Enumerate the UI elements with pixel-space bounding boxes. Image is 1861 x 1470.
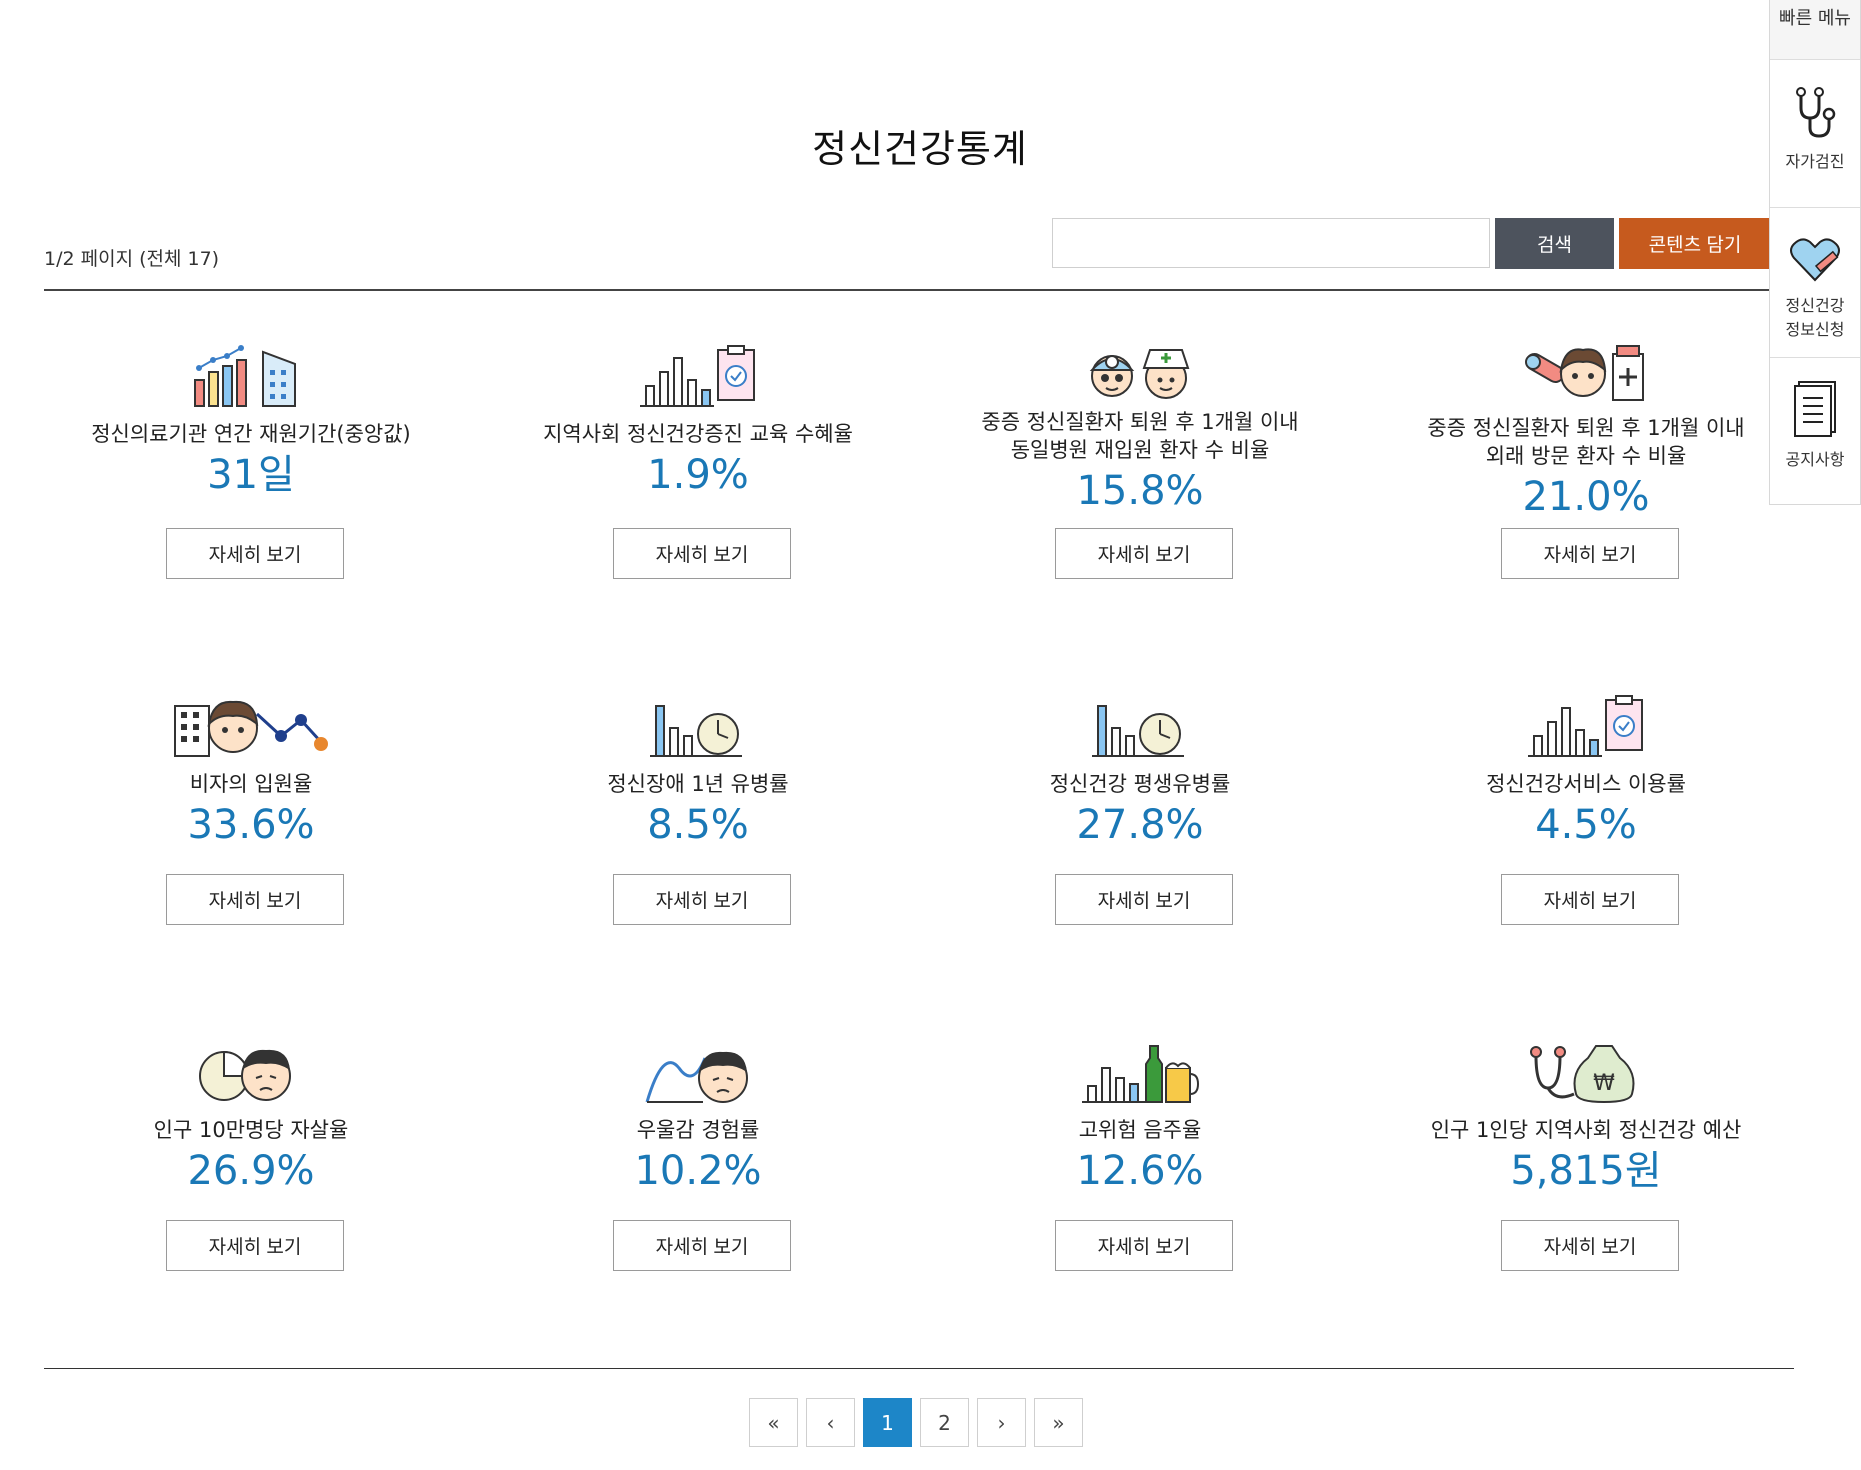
card-value: 8.5% bbox=[647, 802, 749, 848]
detail-button[interactable]: 자세히 보기 bbox=[1501, 528, 1679, 579]
stat-card: 고위험 음주율 12.6% 자세히 보기 bbox=[975, 1036, 1305, 1281]
last-page-button[interactable]: » bbox=[1034, 1398, 1083, 1447]
bar-clock-icon bbox=[975, 690, 1305, 762]
detail-button[interactable]: 자세히 보기 bbox=[1501, 1220, 1679, 1271]
card-value: 21.0% bbox=[1522, 474, 1650, 520]
top-divider bbox=[44, 289, 1794, 291]
card-title: 고위험 음주율 bbox=[1078, 1118, 1202, 1142]
detail-button[interactable]: 자세히 보기 bbox=[1501, 874, 1679, 925]
card-title: 정신건강서비스 이용률 bbox=[1486, 772, 1686, 796]
quick-item-label: 정신건강 정보신청 bbox=[1785, 296, 1845, 339]
page-button-2[interactable]: 2 bbox=[920, 1398, 969, 1447]
search-button[interactable]: 검색 bbox=[1495, 218, 1614, 269]
prev-page-button[interactable]: ‹ bbox=[806, 1398, 855, 1447]
pill-patient-icon bbox=[1421, 340, 1751, 410]
card-title: 정신건강 평생유병률 bbox=[1049, 772, 1231, 796]
building-person-icon bbox=[86, 690, 416, 762]
quick-item-info-request[interactable]: 정신건강 정보신청 bbox=[1770, 208, 1860, 358]
detail-button[interactable]: 자세히 보기 bbox=[1055, 1220, 1233, 1271]
stat-card: 정신의료기관 연간 재원기간(중앙값) 31일 자세히 보기 bbox=[86, 340, 416, 585]
stat-card: ₩ 인구 1인당 지역사회 정신건강 예산 5,815원 자세히 보기 bbox=[1421, 1036, 1751, 1281]
stat-card: 비자의 입원율 33.6% 자세히 보기 bbox=[86, 690, 416, 935]
bar-clock-icon bbox=[533, 690, 863, 762]
page-info: 1/2 페이지 (전체 17) bbox=[44, 248, 220, 270]
card-title: 중증 정신질환자 퇴원 후 1개월 이내 외래 방문 환자 수 비율 bbox=[1427, 416, 1745, 468]
first-page-button[interactable]: « bbox=[749, 1398, 798, 1447]
card-title: 지역사회 정신건강증진 교육 수혜율 bbox=[543, 422, 853, 446]
card-value: 5,815원 bbox=[1510, 1148, 1662, 1194]
next-page-button[interactable]: › bbox=[977, 1398, 1026, 1447]
quick-item-label: 공지사항 bbox=[1785, 450, 1845, 469]
detail-button[interactable]: 자세히 보기 bbox=[613, 874, 791, 925]
stat-card: 정신건강서비스 이용률 4.5% 자세히 보기 bbox=[1421, 690, 1751, 935]
detail-button[interactable]: 자세히 보기 bbox=[166, 874, 344, 925]
card-value: 27.8% bbox=[1076, 802, 1204, 848]
card-value: 15.8% bbox=[1076, 468, 1204, 514]
detail-button[interactable]: 자세히 보기 bbox=[613, 1220, 791, 1271]
page-title: 정신건강통계 bbox=[812, 127, 1028, 171]
bar-clipboard-icon bbox=[1421, 690, 1751, 762]
doctor-nurse-icon bbox=[975, 340, 1305, 404]
card-value: 31일 bbox=[207, 452, 295, 498]
card-title: 정신장애 1년 유병률 bbox=[607, 772, 789, 796]
card-value: 12.6% bbox=[1076, 1148, 1204, 1194]
stat-card: 지역사회 정신건강증진 교육 수혜율 1.9% 자세히 보기 bbox=[533, 340, 863, 585]
stat-card: 중증 정신질환자 퇴원 후 1개월 이내 동일병원 재입원 환자 수 비율 15… bbox=[975, 340, 1305, 585]
pagination: « ‹ 1 2 › » bbox=[749, 1398, 1083, 1447]
bar-clipboard-icon bbox=[533, 340, 863, 412]
detail-button[interactable]: 자세히 보기 bbox=[1055, 874, 1233, 925]
svg-text:₩: ₩ bbox=[1593, 1071, 1615, 1096]
quick-item-self-check[interactable]: 자가검진 bbox=[1770, 60, 1860, 208]
quick-item-notice[interactable]: 공지사항 bbox=[1770, 358, 1860, 504]
detail-button[interactable]: 자세히 보기 bbox=[166, 528, 344, 579]
bar-alcohol-icon bbox=[975, 1036, 1305, 1108]
card-value: 1.9% bbox=[647, 452, 749, 498]
bottom-divider bbox=[44, 1368, 1794, 1369]
heart-pencil-icon bbox=[1788, 238, 1842, 288]
contents-save-button[interactable]: 콘텐츠 담기 bbox=[1619, 218, 1771, 269]
bar-building-icon bbox=[86, 340, 416, 412]
stat-card: 중증 정신질환자 퇴원 후 1개월 이내 외래 방문 환자 수 비율 21.0%… bbox=[1421, 340, 1751, 585]
stat-card: 정신건강 평생유병률 27.8% 자세히 보기 bbox=[975, 690, 1305, 935]
card-value: 33.6% bbox=[187, 802, 315, 848]
detail-button[interactable]: 자세히 보기 bbox=[1055, 528, 1233, 579]
search-input[interactable] bbox=[1052, 218, 1490, 268]
card-title: 인구 10만명당 자살율 bbox=[153, 1118, 349, 1142]
card-value: 10.2% bbox=[634, 1148, 762, 1194]
card-title: 중증 정신질환자 퇴원 후 1개월 이내 동일병원 재입원 환자 수 비율 bbox=[981, 410, 1299, 462]
quick-menu-title: 빠른 메뉴 bbox=[1770, 0, 1860, 60]
stat-card: 인구 10만명당 자살율 26.9% 자세히 보기 bbox=[86, 1036, 416, 1281]
pie-sad-face-icon bbox=[86, 1036, 416, 1108]
card-title: 인구 1인당 지역사회 정신건강 예산 bbox=[1430, 1118, 1742, 1142]
stat-card: 정신장애 1년 유병률 8.5% 자세히 보기 bbox=[533, 690, 863, 935]
card-title: 비자의 입원율 bbox=[189, 772, 313, 796]
stethoscope-moneybag-icon: ₩ bbox=[1421, 1036, 1751, 1108]
card-title: 우울감 경험률 bbox=[636, 1118, 760, 1142]
card-value: 4.5% bbox=[1535, 802, 1637, 848]
quick-item-label: 자가검진 bbox=[1785, 152, 1845, 171]
stethoscope-icon bbox=[1789, 87, 1841, 144]
card-title: 정신의료기관 연간 재원기간(중앙값) bbox=[91, 422, 411, 446]
detail-button[interactable]: 자세히 보기 bbox=[166, 1220, 344, 1271]
page-button-1[interactable]: 1 bbox=[863, 1398, 912, 1447]
notice-list-icon bbox=[1791, 381, 1839, 442]
quick-menu: 빠른 메뉴 자가검진 정신건강 정보신청 공지사항 bbox=[1769, 0, 1861, 505]
stat-card: 우울감 경험률 10.2% 자세히 보기 bbox=[533, 1036, 863, 1281]
card-value: 26.9% bbox=[187, 1148, 315, 1194]
detail-button[interactable]: 자세히 보기 bbox=[613, 528, 791, 579]
wave-sad-face-icon bbox=[533, 1036, 863, 1108]
